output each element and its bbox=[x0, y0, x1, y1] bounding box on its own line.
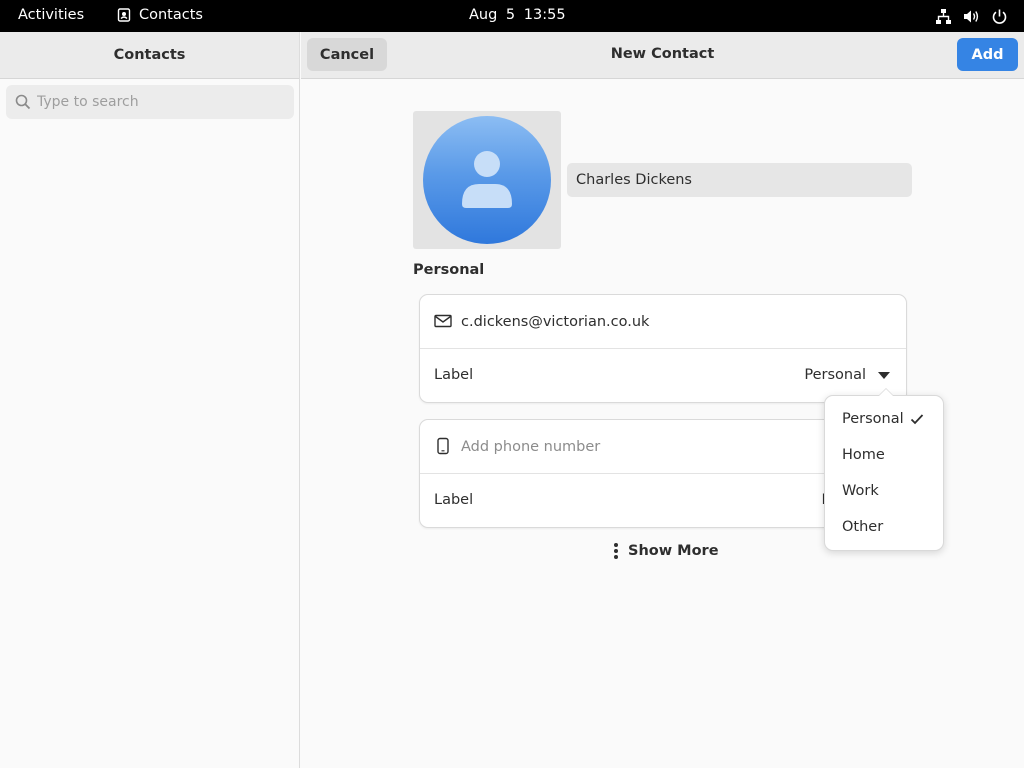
power-icon[interactable] bbox=[991, 8, 1008, 25]
person-icon bbox=[462, 151, 512, 208]
page-title: New Contact bbox=[610, 46, 715, 62]
activities-button[interactable]: Activities bbox=[18, 7, 84, 23]
full-name-field[interactable] bbox=[567, 163, 912, 197]
section-title: Personal bbox=[413, 262, 485, 278]
avatar-button[interactable] bbox=[413, 111, 561, 249]
label-popover-menu: Personal Home Work Other bbox=[824, 388, 944, 551]
menu-item-personal[interactable]: Personal bbox=[842, 411, 924, 427]
search-box[interactable] bbox=[6, 85, 294, 119]
contacts-app-icon bbox=[117, 8, 131, 22]
main-header: Cancel New Contact Add bbox=[301, 32, 1024, 79]
network-icon[interactable] bbox=[935, 8, 952, 25]
phone-field[interactable] bbox=[461, 420, 881, 473]
search-input[interactable] bbox=[37, 85, 287, 119]
menu-item-label: Home bbox=[842, 447, 885, 463]
app-name: Contacts bbox=[139, 7, 203, 23]
email-card: Label Personal bbox=[419, 294, 907, 403]
add-button[interactable]: Add bbox=[957, 38, 1018, 71]
menu-item-label: Personal bbox=[842, 411, 904, 427]
search-icon bbox=[15, 94, 31, 110]
system-tray[interactable] bbox=[935, 8, 1008, 25]
sidebar-title: Contacts bbox=[113, 47, 186, 63]
email-row bbox=[420, 295, 906, 348]
menu-item-home[interactable]: Home bbox=[842, 447, 885, 463]
more-vertical-icon bbox=[614, 543, 618, 559]
menu-item-label: Work bbox=[842, 483, 879, 499]
avatar bbox=[423, 116, 551, 244]
menu-item-label: Other bbox=[842, 519, 884, 535]
checkmark-icon bbox=[910, 414, 923, 425]
email-label-value: Personal bbox=[804, 367, 866, 383]
email-label-row[interactable]: Label Personal bbox=[420, 348, 906, 402]
menu-item-work[interactable]: Work bbox=[842, 483, 879, 499]
sidebar-header: Contacts bbox=[0, 32, 299, 79]
phone-label-title: Label bbox=[434, 492, 474, 508]
clock[interactable]: Aug 5 13:55 bbox=[469, 7, 566, 23]
dropdown-arrow-icon[interactable] bbox=[878, 372, 890, 379]
phone-icon bbox=[437, 437, 449, 455]
email-label-title: Label bbox=[434, 367, 474, 383]
mail-icon bbox=[434, 314, 452, 328]
menu-item-other[interactable]: Other bbox=[842, 519, 883, 535]
app-menu[interactable]: Contacts bbox=[117, 7, 203, 23]
show-more-label: Show More bbox=[628, 543, 719, 559]
email-field[interactable] bbox=[461, 295, 881, 348]
contacts-sidebar: Contacts bbox=[0, 32, 300, 768]
top-bar: Activities Contacts Aug 5 13:55 bbox=[0, 0, 1024, 32]
show-more-button[interactable]: Show More bbox=[614, 543, 719, 559]
volume-icon[interactable] bbox=[963, 8, 980, 25]
